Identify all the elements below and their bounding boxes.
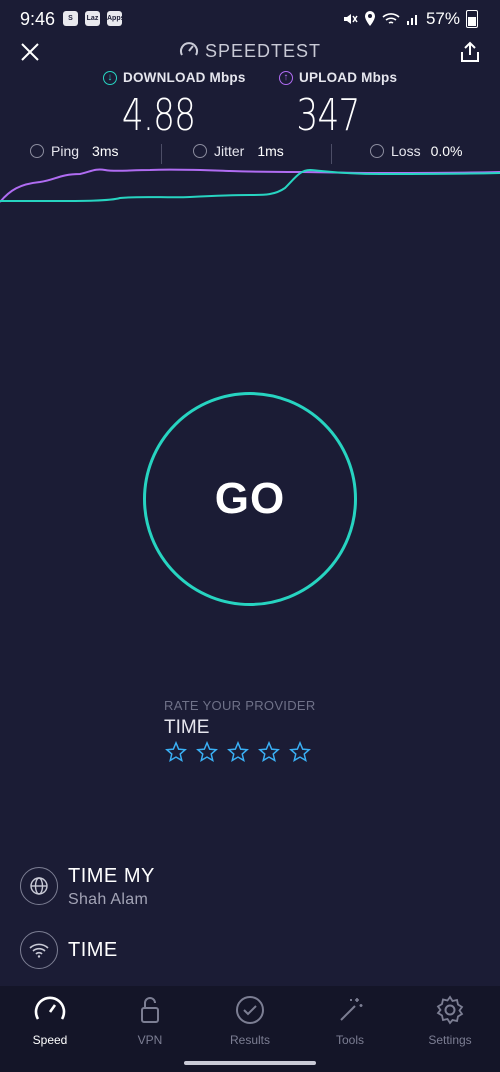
speed-graph [0, 168, 500, 203]
ping-stat: Ping 3ms [30, 143, 118, 159]
rating-stars[interactable] [164, 741, 312, 763]
loss-stat: Loss 0.0% [370, 143, 463, 159]
ping-value: 3ms [92, 143, 119, 159]
nav-results-label: Results [229, 1033, 270, 1047]
download-value: 4.88 [121, 90, 196, 141]
wifi-network-name[interactable]: TIME [68, 939, 118, 962]
isp-location: Shah Alam [68, 891, 149, 908]
upload-label-text: UPLOAD Mbps [299, 70, 398, 85]
nav-vpn-label: VPN [137, 1033, 163, 1047]
rate-provider-title: RATE YOUR PROVIDER [164, 698, 316, 713]
unlock-icon [141, 997, 159, 1023]
jitter-label: Jitter [214, 143, 245, 159]
download-arrow-icon: ↓ [103, 70, 117, 85]
star-icon[interactable] [226, 741, 250, 763]
status-right: 57% [342, 9, 478, 29]
status-bar: 9:46 S Laz Apps 57% [0, 0, 500, 36]
star-icon[interactable] [257, 741, 281, 763]
ping-label: Ping [51, 143, 80, 159]
nav-tools-label: Tools [335, 1033, 364, 1047]
lazada-app-icon: Laz [85, 11, 100, 26]
star-icon[interactable] [195, 741, 219, 763]
nav-vpn[interactable]: VPN [100, 993, 200, 1047]
wifi-status-icon [382, 13, 400, 24]
nav-tools[interactable]: Tools [300, 993, 400, 1047]
jitter-value: 1ms [257, 143, 284, 159]
provider-name: TIME [164, 717, 210, 738]
ping-icon [30, 144, 44, 158]
upload-label: ↑ UPLOAD Mbps [279, 70, 397, 85]
checkmark-circle-icon [236, 996, 264, 1024]
signal-icon [406, 15, 417, 25]
loss-icon [370, 144, 384, 158]
battery-icon [466, 10, 478, 28]
magic-wand-icon [340, 998, 363, 1021]
loss-label: Loss [391, 143, 421, 159]
globe-icon[interactable] [20, 867, 58, 905]
shopee-app-icon: S [63, 11, 78, 26]
go-label: GO [214, 474, 286, 523]
upload-value: 347 [296, 90, 360, 141]
isp-name[interactable]: TIME MY [68, 865, 155, 888]
mute-icon [343, 14, 358, 24]
star-icon[interactable] [164, 741, 188, 763]
location-icon [364, 11, 375, 26]
battery-percent: 57% [425, 9, 460, 28]
home-indicator[interactable] [184, 1061, 316, 1065]
jitter-icon [193, 144, 207, 158]
speedometer-icon [179, 42, 198, 56]
nav-speed-label: Speed [32, 1033, 68, 1047]
nav-settings-label: Settings [428, 1033, 472, 1047]
wifi-icon[interactable] [20, 931, 58, 969]
speed-gauge-icon [34, 996, 66, 1020]
share-icon[interactable] [458, 40, 482, 64]
star-icon[interactable] [288, 741, 312, 763]
jitter-stat: Jitter 1ms [193, 143, 284, 159]
status-time: 9:46 [20, 9, 56, 29]
download-label-text: DOWNLOAD Mbps [123, 70, 246, 85]
app-title-text: SPEEDTEST [204, 41, 322, 61]
download-label: ↓ DOWNLOAD Mbps [103, 70, 246, 85]
loss-value: 0.0% [430, 143, 463, 159]
upload-arrow-icon: ↑ [279, 70, 293, 85]
gear-icon [436, 995, 464, 1025]
nav-speed[interactable]: Speed [0, 993, 100, 1047]
go-button[interactable]: GO [143, 392, 357, 606]
nav-settings[interactable]: Settings [400, 993, 500, 1047]
nav-results[interactable]: Results [200, 993, 300, 1047]
apps-app-icon: Apps [107, 11, 125, 26]
app-title: SPEEDTEST [0, 40, 500, 62]
